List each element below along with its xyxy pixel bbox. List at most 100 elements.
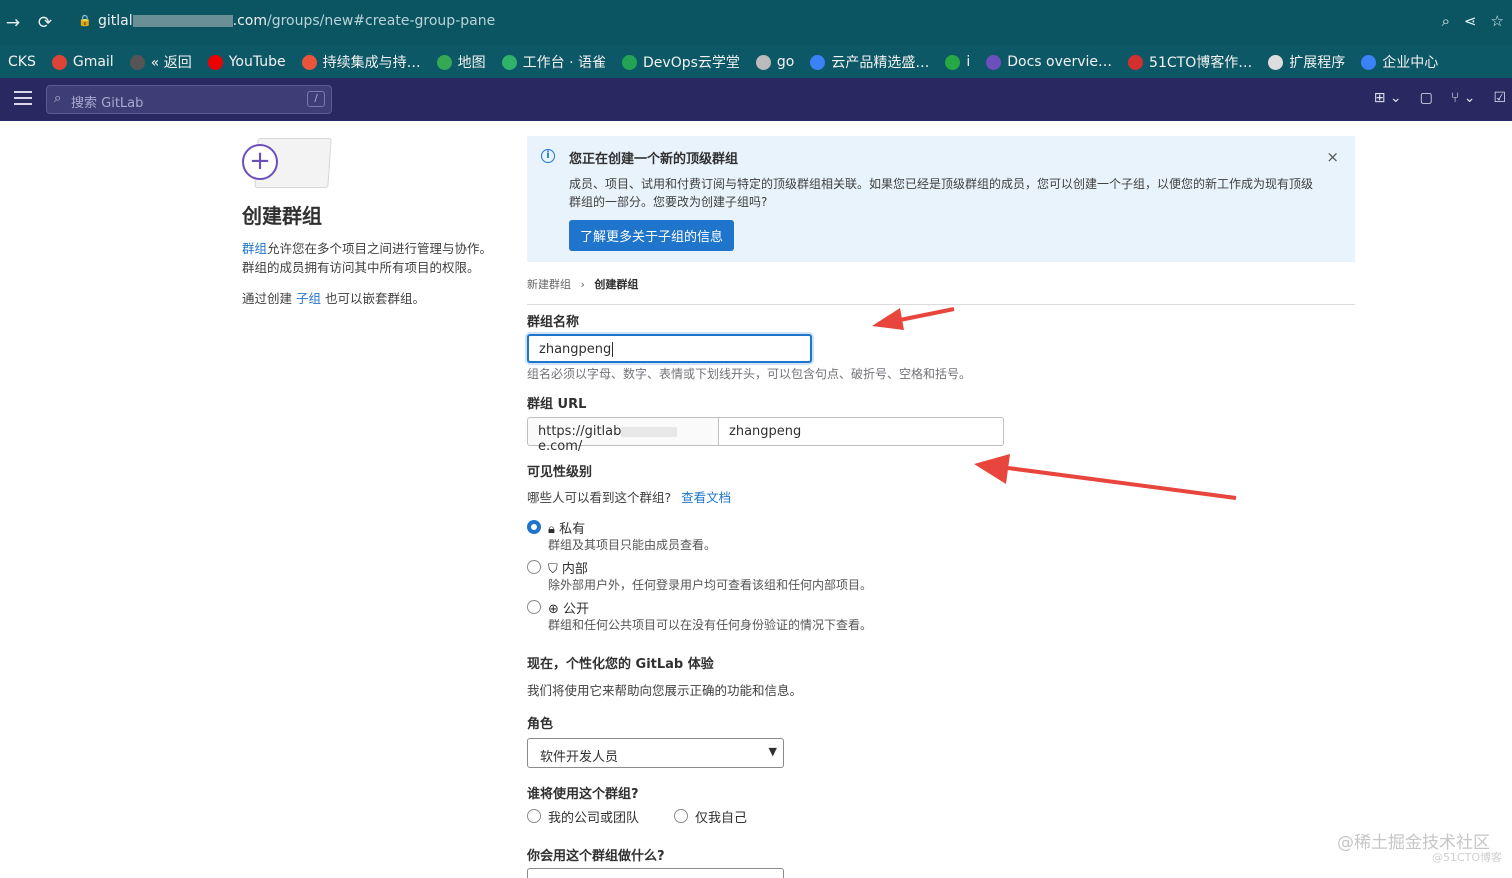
bookmark-item[interactable]: YouTube (200, 54, 294, 70)
group-name-help: 组名必须以字母、数字、表情或下划线开头，可以包含句点、破折号、空格和括号。 (527, 367, 972, 381)
bookmark-label: 地图 (457, 55, 486, 71)
url-prefix-start: https://gitlab (538, 424, 622, 439)
personalize-desc: 我们将使用它来帮助向您展示正确的功能和信息。 (527, 683, 803, 698)
public-radio[interactable] (527, 600, 541, 614)
left-panel: + 创建群组 群组允许您在多个项目之间进行管理与协作。群组的成员拥有访问其中所有… (242, 136, 502, 308)
search-input[interactable]: ⌕ 搜索 GitLab / (46, 85, 332, 114)
role-label: 角色 (527, 717, 554, 732)
group-name-input[interactable]: zhangpeng (527, 334, 812, 363)
url-path: /groups/new#create-group-pane (266, 13, 496, 29)
group-path-value: zhangpeng (729, 424, 802, 439)
bookmark-item[interactable]: CKS (0, 54, 44, 70)
bookmark-item[interactable]: Docs overvie… (978, 54, 1120, 70)
folder-illustration: + (242, 136, 332, 192)
zoom-icon[interactable]: ⌕ (1442, 12, 1450, 30)
private-radio[interactable] (527, 520, 541, 534)
company-radio[interactable] (527, 809, 541, 823)
bookmark-item[interactable]: Gmail (44, 54, 122, 70)
globe-icon (129, 54, 145, 70)
who-label: 谁将使用这个群组? (527, 787, 639, 802)
internal-radio[interactable] (527, 560, 541, 574)
visibility-label: 可见性级别 (527, 465, 593, 480)
url-host-end: .com (232, 13, 267, 29)
bookmark-star-icon[interactable]: ☆ (1491, 12, 1504, 30)
annotation-arrow-url (974, 454, 1237, 500)
google-icon (51, 54, 67, 70)
bookmark-label: Docs overvie… (1007, 54, 1113, 70)
breadcrumb-new-group[interactable]: 新建群组 (527, 278, 571, 291)
lock-icon[interactable]: 🔒 (78, 14, 92, 27)
s-icon (945, 54, 961, 70)
cloud-icon (810, 54, 826, 70)
share-icon[interactable]: ⋖ (1464, 12, 1477, 30)
internal-label: 内部 (561, 562, 588, 577)
bookmark-label: YouTube (228, 54, 286, 70)
nest-prefix: 通过创建 (242, 291, 296, 306)
bookmark-item[interactable]: 扩展程序 (1260, 52, 1353, 72)
chevron-down-icon: ▼ (768, 745, 777, 758)
bookmark-label: 企业中心 (1382, 55, 1439, 71)
private-label: 私有 (559, 522, 586, 537)
gitlab-navbar: ⌕ 搜索 GitLab / ⊞ ⌄ ▢ ⑂ ⌄ ☑ (0, 78, 1512, 121)
bookmark-label: « 返回 (150, 55, 192, 71)
youtube-icon (207, 54, 223, 70)
visibility-question-text: 哪些人可以看到这个群组? (527, 490, 672, 505)
folder-icon (755, 54, 771, 70)
bookmark-item[interactable]: « 返回 (122, 52, 200, 72)
role-select[interactable]: 软件开发人员 ▼ (527, 738, 784, 768)
groups-link[interactable]: 群组 (242, 241, 267, 256)
visibility-question: 哪些人可以看到这个群组? 查看文档 (527, 487, 731, 506)
lock-icon: 🔒︎ (548, 522, 555, 537)
bookmark-item[interactable]: 地图 (429, 52, 494, 72)
menu-icon[interactable] (14, 91, 32, 109)
purpose-select[interactable] (527, 868, 784, 878)
close-icon[interactable]: × (1326, 148, 1339, 166)
bookmark-label: 云产品精选盛… (831, 55, 930, 71)
todos-icon[interactable]: ☑ (1493, 90, 1506, 106)
just-me-radio[interactable] (674, 809, 688, 823)
browser-toolbar: → ⟳ 🔒 gitlal .com/groups/new#create-group… (0, 0, 1512, 46)
subgroup-link[interactable]: 子组 (296, 291, 321, 306)
search-icon: ⌕ (54, 91, 62, 106)
merge-requests-icon[interactable]: ⑂ ⌄ (1451, 90, 1476, 106)
url-prefix-end: e.com/ (538, 439, 583, 454)
issues-icon[interactable]: ▢ (1420, 90, 1433, 106)
url-prefix-redaction (621, 426, 678, 437)
bookmark-label: 扩展程序 (1289, 55, 1346, 71)
annotation-arrow-name (872, 307, 955, 330)
bookmark-item[interactable]: 持续集成与持… (294, 52, 429, 72)
reload-icon[interactable]: ⟳ (32, 13, 58, 33)
breadcrumb-create-group: 创建群组 (594, 278, 639, 291)
bookmark-label: CKS (8, 54, 36, 70)
groups-description-text: 允许您在多个项目之间进行管理与协作。群组的成员拥有访问其中所有项目的权限。 (242, 241, 493, 275)
shield-icon: ⛉ (548, 562, 558, 577)
chevron-right-icon: › (580, 278, 585, 291)
bookmark-item[interactable]: 工作台 · 语雀 (494, 52, 614, 72)
bookmark-label: 51CTO博客作… (1149, 55, 1253, 71)
bookmark-item[interactable]: go (748, 54, 802, 70)
bookmark-label: 工作台 · 语雀 (522, 55, 607, 71)
bookmark-item[interactable]: 51CTO博客作… (1120, 52, 1260, 72)
watermark-secondary: @51CTO博客 (1431, 851, 1502, 864)
address-bar[interactable]: gitlal .com/groups/new#create-group-pane (98, 13, 495, 29)
alert-title: 您正在创建一个新的顶级群组 (569, 152, 739, 167)
bookmark-item[interactable]: DevOps云学堂 (614, 52, 748, 72)
learn-subgroups-button[interactable]: 了解更多关于子组的信息 (569, 220, 735, 251)
visibility-docs-link[interactable]: 查看文档 (681, 490, 731, 505)
bookmark-label: Gmail (72, 54, 114, 70)
maps-icon (436, 54, 452, 70)
public-label: 公开 (563, 602, 590, 617)
navbar-actions: ⊞ ⌄ ▢ ⑂ ⌄ ☑ (1374, 90, 1506, 106)
bookmark-item[interactable]: 企业中心 (1353, 52, 1446, 72)
what-label: 你会用这个群组做什么? (527, 849, 665, 864)
bookmark-label: i (966, 54, 971, 70)
group-path-input[interactable]: zhangpeng (718, 417, 1004, 446)
group-url-prefix: https://gitlabe.com/ (527, 417, 719, 454)
plus-icon: + (242, 144, 278, 180)
new-item-icon[interactable]: ⊞ ⌄ (1374, 90, 1402, 106)
forward-icon[interactable]: → (0, 13, 26, 33)
yuque-icon (501, 54, 517, 70)
bookmark-item[interactable]: i (937, 54, 978, 70)
search-shortcut-badge: / (307, 91, 325, 107)
bookmark-item[interactable]: 云产品精选盛… (802, 52, 937, 72)
